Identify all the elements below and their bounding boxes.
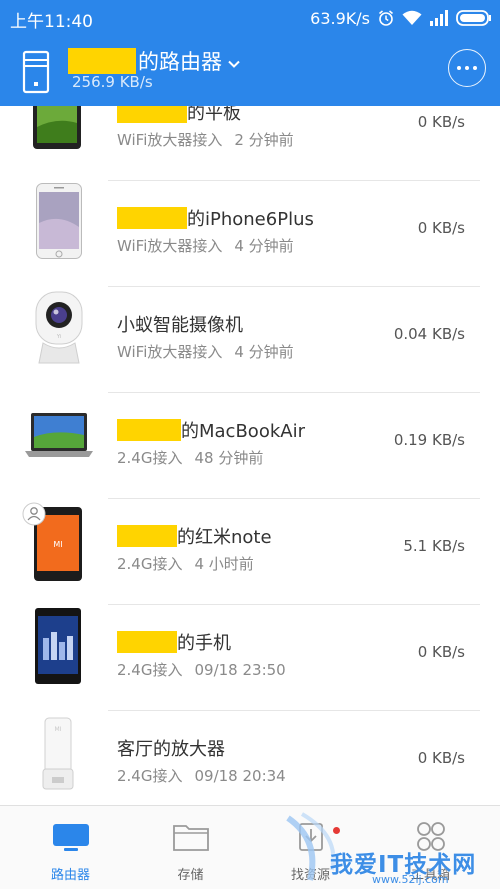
signal-icon	[429, 10, 449, 26]
list-item[interactable]: 的手机 2.4G接入 09/18 23:50 0 KB/s	[0, 605, 500, 711]
list-item[interactable]: MI 的红米note 2.4G接入 4 小时前 5.1 KB/s	[0, 499, 500, 605]
mi-phone-icon	[35, 608, 81, 684]
tab-router[interactable]: 路由器	[8, 806, 133, 889]
device-name: 小蚁智能摄像机	[117, 315, 243, 336]
device-meta: WiFi放大器接入 2 分钟前	[117, 131, 294, 149]
device-speed: 0 KB/s	[417, 113, 465, 131]
router-speed: 256.9 KB/s	[72, 73, 153, 91]
chevron-down-icon	[228, 49, 240, 73]
status-right: 63.9K/s	[310, 6, 492, 30]
svg-text:MI: MI	[53, 540, 62, 549]
status-bar: 上午11:40 63.9K/s	[0, 0, 500, 36]
device-name: 客厅的放大器	[117, 739, 225, 760]
battery-icon	[456, 10, 492, 26]
device-meta: WiFi放大器接入 4 分钟前	[117, 343, 294, 361]
device-meta: 2.4G接入 4 小时前	[117, 555, 254, 573]
user-icon	[22, 502, 46, 526]
svg-text:Yi: Yi	[56, 334, 61, 340]
device-speed: 0.19 KB/s	[393, 431, 465, 449]
iphone-icon	[36, 183, 82, 259]
laptop-icon	[25, 413, 93, 457]
device-meta: 2.4G接入 09/18 23:50	[117, 661, 286, 679]
redacted-name	[117, 525, 177, 547]
router-title: 的路由器	[138, 50, 222, 74]
device-name: 的红米note	[117, 523, 272, 549]
router-selector[interactable]: 的路由器	[68, 46, 240, 76]
device-name: 的MacBookAir	[117, 417, 305, 443]
tab-label: 找资源	[290, 868, 330, 883]
device-meta: 2.4G接入 09/18 20:34	[117, 767, 286, 785]
wifi-icon	[402, 10, 422, 26]
device-list[interactable]: 的平板 WiFi放大器接入 2 分钟前 0 KB/s 的iPhone6Plus W…	[0, 106, 500, 805]
folder-icon	[173, 825, 209, 851]
tab-find-resources[interactable]: 找资源	[248, 806, 373, 889]
redacted-name	[117, 106, 187, 123]
device-speed: 0.04 KB/s	[393, 325, 465, 343]
device-name: 的手机	[117, 629, 231, 655]
download-icon	[299, 823, 323, 851]
svg-text:MI: MI	[55, 726, 62, 733]
header: 的路由器 256.9 KB/s	[0, 36, 500, 106]
list-item[interactable]: 的MacBookAir 2.4G接入 48 分钟前 0.19 KB/s	[0, 393, 500, 499]
list-item[interactable]: MI 客厅的放大器 2.4G接入 09/18 20:34 0 KB/s	[0, 711, 500, 805]
redacted-name	[117, 419, 181, 441]
router-tab-icon	[53, 824, 89, 851]
alarm-icon	[377, 9, 395, 27]
more-options-button[interactable]	[448, 49, 486, 87]
device-speed: 5.1 KB/s	[403, 537, 465, 555]
list-item[interactable]: Yi 小蚁智能摄像机 WiFi放大器接入 4 分钟前 0.04 KB/s	[0, 287, 500, 393]
status-time: 上午11:40	[10, 12, 93, 32]
router-icon	[22, 50, 50, 98]
device-name: 的平板	[117, 106, 241, 125]
device-meta: WiFi放大器接入 4 分钟前	[117, 237, 294, 255]
device-speed: 0 KB/s	[417, 749, 465, 767]
tab-toolbox[interactable]: 工具箱	[368, 806, 493, 889]
toolbox-icon	[417, 822, 445, 851]
redacted-name	[117, 207, 187, 229]
tab-label: 工具箱	[410, 868, 450, 883]
list-item[interactable]: 的iPhone6Plus WiFi放大器接入 4 分钟前 0 KB/s	[0, 181, 500, 287]
tab-storage[interactable]: 存储	[128, 806, 253, 889]
device-speed: 0 KB/s	[417, 643, 465, 661]
redacted-name	[68, 48, 136, 74]
wifi-amplifier-icon: MI	[42, 717, 74, 790]
device-speed: 0 KB/s	[417, 219, 465, 237]
bottom-nav: 路由器 存储 找资源 工具箱	[0, 805, 500, 889]
device-meta: 2.4G接入 48 分钟前	[117, 449, 264, 467]
camera-icon: Yi	[35, 291, 83, 364]
notification-badge	[333, 827, 340, 834]
redacted-name	[117, 631, 177, 653]
tablet-icon	[33, 106, 81, 149]
list-item[interactable]: 的平板 WiFi放大器接入 2 分钟前 0 KB/s	[0, 106, 500, 181]
tab-label: 存储	[177, 868, 204, 883]
network-speed: 63.9K/s	[310, 8, 370, 28]
tab-label: 路由器	[50, 868, 90, 883]
device-name: 的iPhone6Plus	[117, 205, 314, 231]
